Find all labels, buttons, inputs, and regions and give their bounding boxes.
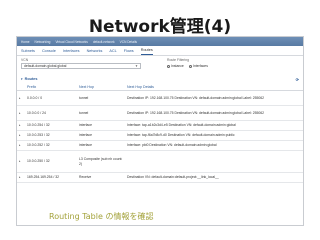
refresh-icon[interactable]: ⟳ xyxy=(296,77,299,82)
table-row: ▸ 169.254.169.254 / 32 Receive Destinati… xyxy=(17,172,303,183)
tab-acl[interactable]: ACL xyxy=(109,49,116,55)
table-row: ▸ 10.0.0.253 / 32 interface Interface: t… xyxy=(17,130,303,141)
expand-row-icon[interactable]: ▸ xyxy=(19,96,21,100)
radio-interfaces[interactable]: Interfaces xyxy=(189,64,208,68)
route-next-hop: tunnel xyxy=(77,105,125,121)
breadcrumb: Home Networking Virtual Cloud Networks d… xyxy=(17,37,303,46)
breadcrumb-item[interactable]: default-network xyxy=(93,40,115,44)
route-next-hop: interface xyxy=(77,130,125,141)
route-prefix: 0.0.0.0 / 0 xyxy=(25,90,77,106)
chevron-down-icon: ▼ xyxy=(135,64,138,68)
slide-caption: Routing Table の情報を確認 xyxy=(49,212,154,221)
expand-row-icon[interactable]: ▸ xyxy=(19,111,21,115)
route-filter-label: Route Filtering xyxy=(167,58,190,62)
breadcrumb-item[interactable]: Virtual Cloud Networks xyxy=(55,40,87,44)
radio-instance[interactable]: Instance xyxy=(167,64,184,68)
route-details: Destination VN: default-domain:default-p… xyxy=(125,172,303,183)
tab-networks[interactable]: Networks xyxy=(87,49,103,55)
route-next-hop: L3 Composite (sub nh count: 2) xyxy=(77,150,125,173)
vcn-select[interactable]: default-domain.global.global ▼ xyxy=(21,63,141,69)
expand-row-icon[interactable]: ▸ xyxy=(19,175,21,179)
table-row: ▸ 10.0.0.250 / 32 L3 Composite (sub nh c… xyxy=(17,150,303,173)
route-details: Destination IP: 192.168.100.75 Destinati… xyxy=(125,105,303,121)
slide-title: Network管理(4) xyxy=(88,17,232,37)
tab-flows[interactable]: Flows xyxy=(124,49,134,55)
collapse-icon: ▾ xyxy=(21,77,23,81)
radio-selected-icon xyxy=(167,64,170,68)
route-details: Interface: tap-f6a7b8c9-d0 Destination V… xyxy=(125,130,303,141)
route-prefix: 169.254.169.254 / 32 xyxy=(25,172,77,183)
route-prefix: 10.0.0.253 / 32 xyxy=(25,130,77,141)
route-next-hop: tunnel xyxy=(77,90,125,106)
route-prefix: 10.0.0.254 / 32 xyxy=(25,120,77,131)
tab-console[interactable]: Console xyxy=(42,49,56,55)
tab-bar: Subnets Console Interfaces Networks ACL … xyxy=(17,46,303,56)
route-details: Interface: pkt0 Destination VN: default-… xyxy=(125,140,303,151)
routes-section-title: Routes xyxy=(24,77,38,81)
screenshot-panel: Home Networking Virtual Cloud Networks d… xyxy=(16,36,304,226)
route-prefix: 10.0.0.250 / 32 xyxy=(25,150,77,173)
vcn-select-value: default-domain.global.global xyxy=(24,64,67,68)
route-next-hop: interface xyxy=(77,120,125,131)
breadcrumb-item[interactable]: Networking xyxy=(35,40,51,44)
route-details: Destination IP: 192.168.100.75 Destinati… xyxy=(125,90,303,106)
expand-row-icon[interactable]: ▸ xyxy=(19,159,21,163)
table-row: ▸ 0.0.0.0 / 0 tunnel Destination IP: 192… xyxy=(17,90,303,106)
radio-interfaces-label: Interfaces xyxy=(193,64,208,68)
table-row: ▸ 10.0.0.0 / 24 tunnel Destination IP: 1… xyxy=(17,105,303,121)
table-row: ▸ 10.0.0.254 / 32 interface Interface: t… xyxy=(17,120,303,131)
route-filters: VCN default-domain.global.global ▼ Route… xyxy=(17,56,303,75)
expand-row-icon[interactable]: ▸ xyxy=(19,143,21,147)
table-row: ▸ 10.0.0.252 / 32 interface Interface: p… xyxy=(17,140,303,151)
route-details: Interface: tap-a1b2c3d4-e5 Destination V… xyxy=(125,120,303,131)
routes-section-header[interactable]: ▾ Routes ⟳ xyxy=(17,75,303,84)
route-prefix: 10.0.0.252 / 32 xyxy=(25,140,77,151)
radio-instance-label: Instance xyxy=(171,64,184,68)
vcn-label: VCN xyxy=(21,58,29,62)
route-prefix: 10.0.0.0 / 24 xyxy=(25,105,77,121)
expand-row-icon[interactable]: ▸ xyxy=(19,123,21,127)
routes-table: Prefix Next Hop Next Hop Details ▸ 0.0.0… xyxy=(17,84,303,183)
breadcrumb-item: VCN Details xyxy=(119,39,137,44)
tab-routes[interactable]: Routes xyxy=(140,48,153,55)
route-next-hop: Receive xyxy=(77,172,125,183)
radio-empty-icon xyxy=(189,64,192,68)
route-next-hop: interface xyxy=(77,140,125,151)
breadcrumb-item[interactable]: Home xyxy=(21,40,30,44)
expand-row-icon[interactable]: ▸ xyxy=(19,133,21,137)
tab-interfaces[interactable]: Interfaces xyxy=(63,49,80,55)
tab-subnets[interactable]: Subnets xyxy=(21,49,35,55)
route-details xyxy=(125,150,303,173)
